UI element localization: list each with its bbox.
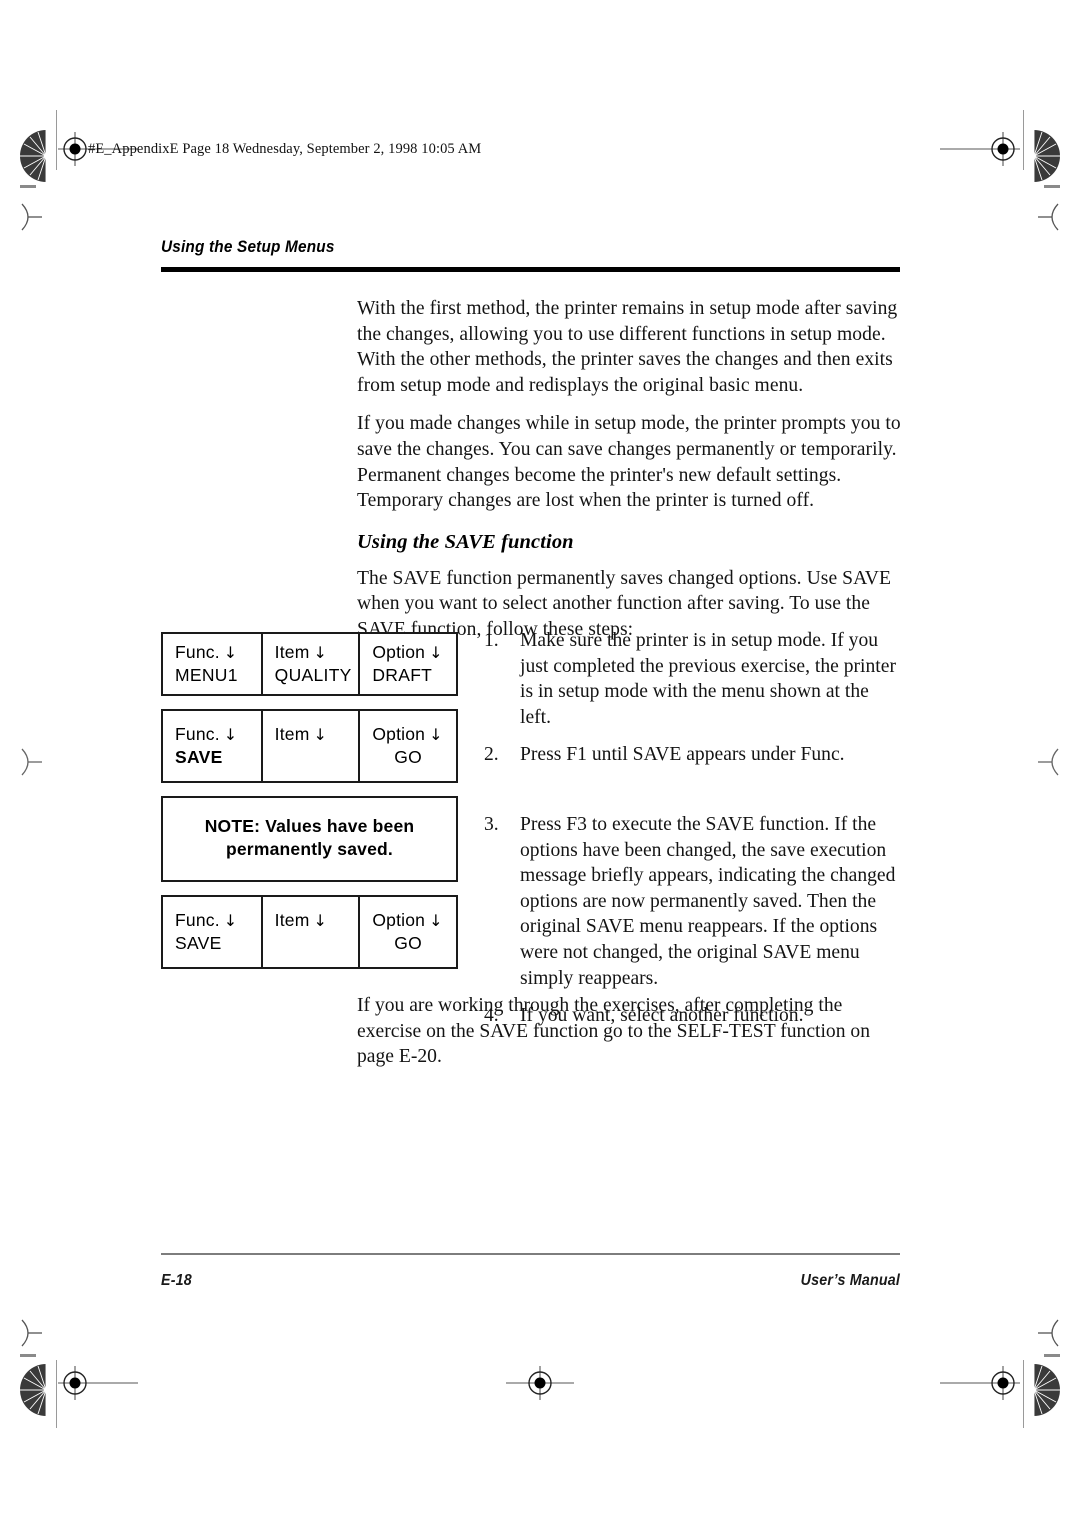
trim-arc-bottom-right xyxy=(1034,1316,1064,1350)
down-arrow-icon: ↓ xyxy=(313,643,328,662)
paragraph-first-method: With the first method, the printer remai… xyxy=(357,298,898,396)
file-slug-line: #E_AppendixE Page 18 Wednesday, Septembe… xyxy=(88,141,482,157)
trim-line-bottom-right xyxy=(1023,1360,1024,1428)
trim-dash-bottom-left xyxy=(20,1354,36,1357)
running-head-rule xyxy=(161,267,900,272)
registration-target-bottom-center xyxy=(506,1366,574,1400)
trim-arc-mid-right xyxy=(1034,745,1064,779)
subheading-using-save-function: Using the SAVE function xyxy=(357,530,574,553)
lcd-value-option: DRAFT xyxy=(372,665,433,685)
paragraph-closing-reference: If you are working through the exercises… xyxy=(357,995,870,1068)
down-arrow-icon: ↓ xyxy=(429,911,443,930)
registration-target-top-left xyxy=(58,132,138,166)
list-item: 2. Press F1 until SAVE appears under Fun… xyxy=(484,742,904,768)
step-number: 3. xyxy=(484,813,499,835)
lcd-label-func: Func. ↓ xyxy=(175,642,238,662)
rosette-mark-bottom-left xyxy=(18,1362,48,1418)
lcd-value-item: QUALITY xyxy=(274,665,352,685)
trim-line-bottom-left xyxy=(56,1360,57,1428)
trim-line-top-left xyxy=(56,110,57,170)
note-line-1: NOTE: Values have been xyxy=(204,816,415,836)
down-arrow-icon: ↓ xyxy=(313,725,328,744)
lcd-cell-option: Option ↓ GO xyxy=(358,711,456,781)
numbered-steps-list: 1. Make sure the printer is in setup mod… xyxy=(484,628,904,1041)
down-arrow-icon: ↓ xyxy=(223,643,238,662)
lcd-label-option: Option ↓ xyxy=(372,910,443,930)
lcd-label-item: Item ↓ xyxy=(274,642,328,662)
lcd-label-item: Item ↓ xyxy=(274,910,328,930)
footer-rule xyxy=(161,1253,900,1255)
list-item: 1. Make sure the printer is in setup mod… xyxy=(484,628,904,730)
lcd-value-item xyxy=(275,746,359,769)
trim-arc-top-left xyxy=(16,200,46,234)
rosette-mark-top-right xyxy=(1032,128,1062,184)
rosette-mark-top-left xyxy=(18,128,48,184)
down-arrow-icon: ↓ xyxy=(429,643,443,662)
lcd-label-option: Option ↓ xyxy=(372,724,443,744)
lcd-label-option: Option ↓ xyxy=(372,642,443,662)
registration-target-bottom-left xyxy=(58,1366,138,1400)
rosette-mark-bottom-right xyxy=(1032,1362,1062,1418)
lcd-label-item: Item ↓ xyxy=(274,724,328,744)
lcd-value-option: GO xyxy=(394,747,423,767)
lcd-panel-diagrams: Func. ↓ MENU1 Item ↓ QUALITY Option ↓ DRAFT… xyxy=(161,632,458,969)
lcd-label-func: Func. ↓ xyxy=(175,724,238,744)
trim-dash-top-left xyxy=(20,185,36,188)
trim-arc-bottom-left xyxy=(16,1316,46,1350)
down-arrow-icon: ↓ xyxy=(429,725,443,744)
lcd-value-item xyxy=(275,932,359,955)
lcd-value-func: SAVE xyxy=(175,747,223,767)
list-item: 3. Press F3 to execute the SAVE function… xyxy=(484,812,904,991)
lcd-label-func: Func. ↓ xyxy=(175,910,238,930)
paragraph-save-prompt: If you made changes while in setup mode,… xyxy=(357,413,901,512)
trim-line-top-right xyxy=(1023,110,1024,170)
note-line-2: permanently saved. xyxy=(225,839,393,859)
lcd-cell-func: Func. ↓ SAVE xyxy=(163,897,261,967)
lcd-cell-item: Item ↓ xyxy=(260,897,359,967)
step-text: Make sure the printer is in setup mode. … xyxy=(520,630,896,728)
trim-arc-top-right xyxy=(1034,200,1064,234)
lcd-value-option: GO xyxy=(394,933,423,953)
down-arrow-icon: ↓ xyxy=(223,911,238,930)
running-head-title: Using the Setup Menus xyxy=(161,238,335,256)
registration-target-bottom-right xyxy=(940,1366,1020,1400)
trim-dash-top-right xyxy=(1044,185,1060,188)
registration-target-top-right xyxy=(940,132,1020,166)
step-text: Press F3 to execute the SAVE function. I… xyxy=(520,813,896,989)
footer-page-number: E-18 xyxy=(161,1272,192,1289)
body-text-column: With the first method, the printer remai… xyxy=(357,296,903,656)
lcd-value-func: SAVE xyxy=(175,933,222,953)
lcd-value-func: MENU1 xyxy=(175,665,238,685)
lcd-cell-option: Option ↓ DRAFT xyxy=(358,634,456,694)
down-arrow-icon: ↓ xyxy=(223,725,238,744)
footer-manual-title: User’s Manual xyxy=(800,1272,900,1289)
lcd-panel-save-selected: Func. ↓ SAVE Item ↓ Option ↓ GO xyxy=(161,709,458,783)
lcd-cell-func: Func. ↓ SAVE xyxy=(163,711,261,781)
lcd-note-box: NOTE: Values have been permanently saved… xyxy=(161,796,458,882)
down-arrow-icon: ↓ xyxy=(313,911,328,930)
lcd-cell-item: Item ↓ QUALITY xyxy=(260,634,359,694)
lcd-panel-menu1: Func. ↓ MENU1 Item ↓ QUALITY Option ↓ DRAFT xyxy=(161,632,458,696)
lcd-panel-save-after: Func. ↓ SAVE Item ↓ Option ↓ GO xyxy=(161,895,458,969)
step-number: 2. xyxy=(484,744,499,766)
step-text: Press F1 until SAVE appears under Func. xyxy=(520,744,845,766)
lcd-cell-option: Option ↓ GO xyxy=(358,897,456,967)
trim-dash-bottom-right xyxy=(1044,1354,1060,1357)
lcd-cell-item: Item ↓ xyxy=(260,711,359,781)
lcd-cell-func: Func. ↓ MENU1 xyxy=(163,634,261,694)
step-number: 1. xyxy=(484,630,499,651)
trim-arc-mid-left xyxy=(16,745,46,779)
